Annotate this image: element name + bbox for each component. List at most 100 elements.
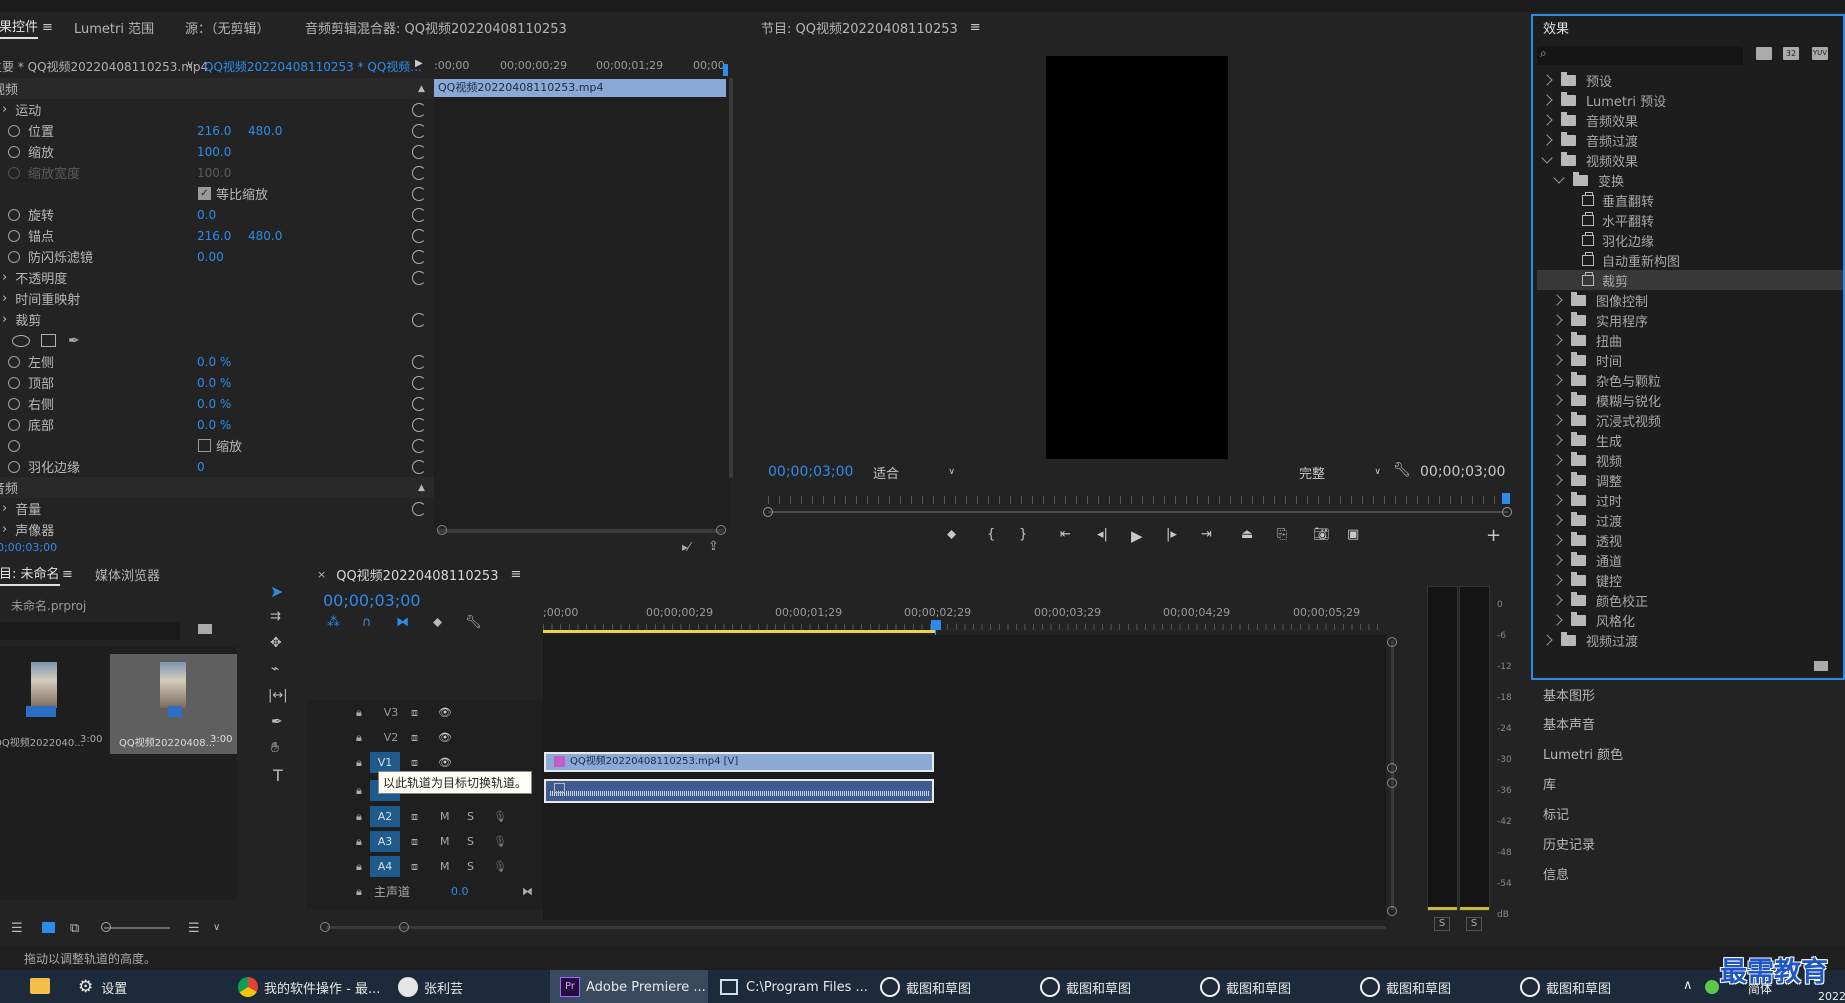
effects-group-obsolete[interactable]: 过时 xyxy=(1551,490,1622,510)
stopwatch-icon[interactable] xyxy=(8,397,20,410)
selection-tool-icon[interactable]: ➤ xyxy=(270,582,283,601)
new-bin-icon[interactable] xyxy=(198,624,212,634)
taskbar-chrome[interactable]: 我的软件操作 - 最... xyxy=(238,974,380,1000)
program-playhead[interactable] xyxy=(1502,493,1510,504)
timeline-playhead-handle[interactable] xyxy=(931,620,941,630)
program-zoom-bar[interactable] xyxy=(768,511,1508,513)
chevron-down-icon[interactable]: ∨ xyxy=(186,58,194,71)
solo-left-button[interactable]: S xyxy=(1434,917,1450,931)
lift-icon[interactable]: ⏏ xyxy=(1241,527,1253,542)
zoom-checkbox[interactable] xyxy=(198,439,211,452)
video-clip[interactable]: QQ视频20220408110253.mp4 [V] xyxy=(544,752,934,772)
extract-icon[interactable]: ⎘ xyxy=(1277,527,1287,542)
reset-icon[interactable] xyxy=(412,459,426,474)
sort-icon[interactable]: ☰ xyxy=(188,921,200,936)
program-title[interactable]: 节目: QQ视频20220408110253 xyxy=(761,18,958,37)
razor-tool-icon[interactable]: ⌁ xyxy=(271,661,279,677)
timeline-vertical-scrollbar[interactable] xyxy=(1391,640,1394,910)
reset-icon[interactable] xyxy=(412,375,426,390)
sequence-selector[interactable]: QQ视频20220408110253 * QQ视频... xyxy=(204,58,422,75)
crop-top-value[interactable]: 0.0 % xyxy=(197,376,231,390)
rectangle-mask-icon[interactable] xyxy=(41,334,56,347)
reset-icon[interactable] xyxy=(412,249,426,264)
solo-right-button[interactable]: S xyxy=(1466,917,1482,931)
32bit-effects-icon[interactable]: 32 xyxy=(1783,47,1799,60)
freeform-view-icon[interactable]: ⧉ xyxy=(70,921,79,936)
scroll-handle-icon[interactable] xyxy=(1387,637,1397,647)
effects-item-transform[interactable]: 变换 xyxy=(1553,170,1624,190)
zoom-handle-icon[interactable] xyxy=(1502,507,1512,517)
effect-horizontal-flip[interactable]: 水平翻转 xyxy=(1582,210,1654,230)
track-label[interactable]: A4 xyxy=(370,856,400,877)
effects-group-time[interactable]: 时间 xyxy=(1551,350,1622,370)
mute-button[interactable]: M xyxy=(440,860,450,873)
sync-lock-icon[interactable]: ⧈ xyxy=(411,706,418,720)
linked-selection-icon[interactable]: ⧓ xyxy=(396,615,409,630)
lock-icon[interactable]: 🔒︎ xyxy=(356,706,362,720)
yuv-effects-icon[interactable]: YUV xyxy=(1812,47,1828,60)
position-y-value[interactable]: 480.0 xyxy=(248,124,282,138)
sequence-tab[interactable]: QQ视频20220408110253 xyxy=(336,565,498,584)
snap-icon[interactable]: ∩ xyxy=(362,615,372,630)
effect-opacity[interactable]: › 不透明度 xyxy=(0,267,434,288)
scroll-handle-icon[interactable] xyxy=(399,922,409,932)
panel-essential-sound[interactable]: 基本声音 xyxy=(1543,711,1595,735)
work-area-bar[interactable] xyxy=(543,630,936,633)
effects-group-blur-sharpen[interactable]: 模糊与锐化 xyxy=(1551,390,1661,410)
stopwatch-icon[interactable] xyxy=(8,208,20,221)
position-x-value[interactable]: 216.0 xyxy=(197,124,231,138)
effects-group-image-control[interactable]: 图像控制 xyxy=(1551,290,1648,310)
reset-icon[interactable] xyxy=(412,165,426,180)
panel-markers[interactable]: 标记 xyxy=(1543,801,1569,825)
eye-icon[interactable]: 👁︎ xyxy=(438,756,452,769)
lock-icon[interactable]: 🔒︎ xyxy=(356,860,362,874)
zoom-slider[interactable] xyxy=(104,927,170,929)
anchor-x-value[interactable]: 216.0 xyxy=(197,229,231,243)
wrench-icon[interactable]: 🔧︎ xyxy=(1393,462,1411,478)
tab-project[interactable]: 项目: 未命名 xyxy=(0,563,60,586)
zoom-slider-handle-icon[interactable] xyxy=(101,922,111,932)
scale-value[interactable]: 100.0 xyxy=(197,145,231,159)
sync-lock-icon[interactable]: ⧈ xyxy=(411,810,418,824)
effects-search-input[interactable] xyxy=(1537,46,1743,65)
taskbar-settings[interactable]: ⚙ 设置 xyxy=(78,974,127,1000)
track-select-tool-icon[interactable]: ⇉ xyxy=(270,609,281,624)
uniform-scale-checkbox[interactable]: ✓ xyxy=(198,187,211,200)
reset-icon[interactable] xyxy=(412,354,426,369)
sync-lock-icon[interactable]: ⧈ xyxy=(411,756,418,770)
go-to-out-icon[interactable]: ⇥ xyxy=(1201,527,1212,542)
collapse-icon[interactable]: ▲ xyxy=(418,483,425,493)
master-volume[interactable]: 0.0 xyxy=(451,885,469,898)
crop-right-value[interactable]: 0.0 % xyxy=(197,397,231,411)
effects-group-stylize[interactable]: 风格化 xyxy=(1551,610,1635,630)
effect-panner[interactable]: › 声像器 xyxy=(0,519,434,540)
tray-chevron-icon[interactable]: ∧ xyxy=(1683,978,1693,993)
play-icon[interactable]: ▶ xyxy=(1131,527,1143,545)
reset-icon[interactable] xyxy=(412,501,426,516)
effects-group-channel[interactable]: 通道 xyxy=(1551,550,1622,570)
reset-icon[interactable] xyxy=(412,144,426,159)
reset-icon[interactable] xyxy=(412,207,426,222)
timeline-timecode[interactable]: 00;00;03;00 xyxy=(323,591,421,610)
effects-group-utility[interactable]: 实用程序 xyxy=(1551,310,1648,330)
effect-crop[interactable]: › 裁剪 xyxy=(0,309,434,330)
panel-essential-graphics[interactable]: 基本图形 xyxy=(1543,682,1595,706)
marker-icon[interactable]: ⬥ xyxy=(947,527,956,542)
effects-item-presets[interactable]: 预设 xyxy=(1541,70,1612,90)
track-label[interactable]: V2 xyxy=(377,731,405,744)
stopwatch-icon[interactable] xyxy=(8,124,20,137)
scroll-handle-icon[interactable] xyxy=(320,922,330,932)
effect-controls-timecode[interactable]: 00;00;03;00 xyxy=(0,541,57,554)
program-video-frame[interactable] xyxy=(1046,56,1228,459)
mute-button[interactable]: M xyxy=(440,835,450,848)
reset-icon[interactable] xyxy=(412,228,426,243)
taskbar-snip-4[interactable]: 截图和草图 xyxy=(1360,974,1451,1000)
reset-icon[interactable] xyxy=(412,396,426,411)
track-label[interactable]: A2 xyxy=(370,806,400,827)
project-search-input[interactable] xyxy=(0,622,180,640)
quality-dropdown[interactable]: 完整 ∨ xyxy=(1299,462,1381,482)
reset-icon[interactable] xyxy=(412,312,426,327)
mute-button[interactable]: M xyxy=(440,810,450,823)
effects-group-immersive[interactable]: 沉浸式视频 xyxy=(1551,410,1661,430)
mic-icon[interactable]: 🎙︎ xyxy=(493,860,507,873)
